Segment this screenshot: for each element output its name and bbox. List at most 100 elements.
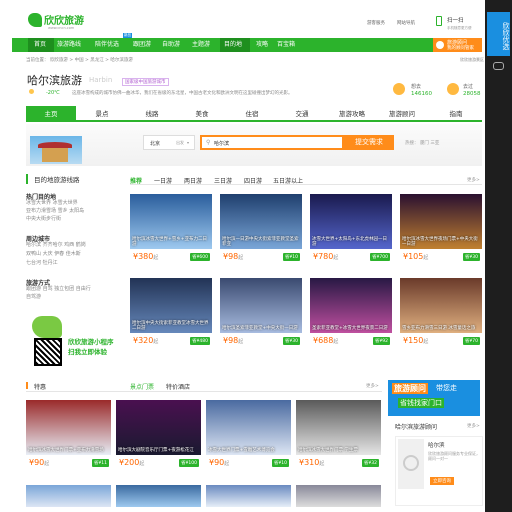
route-card[interactable]: 哈尔滨冰雪大世界+雪乡+亚布力二日游 ¥380起 省¥600 <box>130 194 212 269</box>
tab-traffic[interactable]: 交通 <box>277 106 327 122</box>
special-title[interactable]: 冰雪大世界门票+雪雕艺术博览会 <box>208 448 289 453</box>
header-link-nav[interactable]: 网站导航 <box>397 20 415 26</box>
special-image[interactable]: 冰雪大世界门票+雪雕艺术博览会 <box>206 400 291 455</box>
advisor-ad[interactable]: 旅游顾问 带您走 省钱找家门口 <box>388 380 480 416</box>
breadcrumb-home[interactable]: 欣欣旅游 <box>50 58 68 63</box>
special-image[interactable]: 哈尔滨大剧院音乐厅门票+夜游松花江 <box>116 400 201 455</box>
route-title[interactable]: 哈尔滨冰雪大世界+雪乡+亚布力二日游 <box>132 237 210 247</box>
tab-food[interactable]: 美食 <box>177 106 227 122</box>
route-more-link[interactable]: 更多> <box>467 177 480 183</box>
route-card[interactable]: 冰雪大世界+太阳岛+东北虎林园一日游 ¥780起 省¥700 <box>310 194 392 269</box>
route-save-badge[interactable]: 省¥10 <box>282 253 300 261</box>
route-image[interactable]: 哈尔滨冰雪大世界+雪乡+亚布力二日游 <box>130 194 212 249</box>
route-title[interactable]: 圣索菲亚教堂+冰雪大世界夜景二日游 <box>312 326 390 331</box>
consult-button[interactable]: 立即咨询 <box>430 477 454 485</box>
hot-link-2[interactable]: 三亚 <box>430 141 439 146</box>
sidebar-city-3[interactable]: 七台河 牡丹江 <box>26 260 58 268</box>
route-card[interactable]: 圣索菲亚教堂+冰雪大世界夜景二日游 ¥688起 省¥92 <box>310 278 392 353</box>
route-save-badge[interactable]: 省¥30 <box>462 253 480 261</box>
special-tab-hotels[interactable]: 特价酒店 <box>166 382 190 391</box>
special-save-badge[interactable]: 省¥11 <box>91 459 109 467</box>
nav-select[interactable]: 陪伴优选 <box>95 38 119 52</box>
route-title[interactable]: 冰雪大世界+太阳岛+东北虎林园一日游 <box>312 237 390 247</box>
route-image[interactable]: 雪乡亚布力滑雪三日游 冰雪童话之旅 <box>400 278 482 333</box>
visited-icon[interactable] <box>447 83 459 95</box>
submit-button[interactable]: 提交需求 <box>344 135 394 150</box>
special-card[interactable]: 哈尔滨冰雪大世界门票+亚布力滑雪场 ¥90起 省¥11 <box>26 400 111 475</box>
chat-icon[interactable] <box>493 62 504 70</box>
sidebar-hot-1[interactable]: 冰雪大世界 冰雪大世界 <box>26 200 78 208</box>
special-save-badge[interactable]: 省¥32 <box>361 459 379 467</box>
special-title[interactable]: 哈尔滨冰雪大世界门票+亚布力滑雪场 <box>28 448 109 453</box>
special-save-badge[interactable]: 省¥100 <box>179 459 199 467</box>
tab-sights[interactable]: 景点 <box>77 106 127 122</box>
sidebar-hot-2[interactable]: 亚布力滑雪场 雪乡 太阳岛 <box>26 208 84 216</box>
youxuan-button[interactable]: 欣欣优选 <box>487 12 510 56</box>
sidebar-hot-3[interactable]: 中央大街步行街 <box>26 216 61 224</box>
route-card[interactable]: 哈尔滨冰雪大世界夜场门票+中央大街一日游 ¥105起 省¥30 <box>400 194 482 269</box>
sidebar-mode-1[interactable]: 跟团游 自驾 独立包团 自由行 <box>26 286 91 294</box>
route-tab-1day[interactable]: 一日游 <box>154 176 172 185</box>
special-tab-tickets[interactable]: 景点门票 <box>130 382 154 391</box>
route-card[interactable]: 哈尔滨中央大街索菲亚教堂冰雪大世界二日游 ¥320起 省¥480 <box>130 278 212 353</box>
route-tab-3day[interactable]: 三日游 <box>214 176 232 185</box>
special-more-link[interactable]: 更多> <box>366 383 379 389</box>
special-save-badge[interactable]: 省¥10 <box>271 459 289 467</box>
route-title[interactable]: 雪乡亚布力滑雪三日游 冰雪童话之旅 <box>402 326 480 331</box>
route-save-badge[interactable]: 省¥700 <box>370 253 390 261</box>
route-image[interactable]: 哈尔滨圣索菲亚教堂+中央大街一日游 <box>220 278 302 333</box>
route-image[interactable]: 冰雪大世界+太阳岛+东北虎林园一日游 <box>310 194 392 249</box>
sidebar-city-2[interactable]: 双鸭山 大庆 伊春 佳木斯 <box>26 251 81 259</box>
special-title[interactable]: 哈尔滨大剧院音乐厅门票+夜游松花江 <box>118 448 199 453</box>
route-card[interactable]: 哈尔滨圣索菲亚教堂+中央大街一日游 ¥98起 省¥30 <box>220 278 302 353</box>
route-tab-5day[interactable]: 五日游以上 <box>273 176 303 185</box>
advisor-box[interactable]: 旅游顾问 我的顾问管家 <box>433 38 482 52</box>
hot-link-1[interactable]: 厦门 <box>420 141 429 146</box>
special-image[interactable]: 哈尔滨冰雪大世界门票 学生票 <box>296 400 381 455</box>
route-image[interactable]: 圣索菲亚教堂+冰雪大世界夜景二日游 <box>310 278 392 333</box>
sidebar-city-1[interactable]: 哈尔滨 齐齐哈尔 鸡西 鹤岗 <box>26 242 86 250</box>
search-input[interactable]: ⚲ 哈尔滨 <box>200 135 344 150</box>
advisor-photo[interactable] <box>398 439 424 489</box>
nav-theme-tour[interactable]: 主题游 <box>192 38 210 52</box>
sweep-label[interactable]: 扫一扫 <box>447 16 464 24</box>
route-title[interactable]: 哈尔滨一日游中央大街索菲亚教堂圣索菲亚 <box>222 237 300 247</box>
special-title[interactable]: 哈尔滨冰雪大世界门票 学生票 <box>298 448 379 453</box>
tab-guide[interactable]: 指南 <box>431 106 481 122</box>
qr-code[interactable] <box>34 338 62 366</box>
route-title[interactable]: 哈尔滨冰雪大世界夜场门票+中央大街一日游 <box>402 237 480 247</box>
tab-advisor[interactable]: 旅游顾问 <box>377 106 427 122</box>
special-card[interactable]: 哈尔滨冰雪大世界门票 学生票 ¥310起 省¥32 <box>296 400 381 475</box>
nav-self-tour[interactable]: 自助游 <box>162 38 180 52</box>
route-image[interactable]: 哈尔滨中央大街索菲亚教堂冰雪大世界二日游 <box>130 278 212 333</box>
nav-group-tour[interactable]: 跟团游 <box>133 38 151 52</box>
tab-routes[interactable]: 线路 <box>127 106 177 122</box>
route-tab-4day[interactable]: 四日游 <box>244 176 262 185</box>
route-tab-2day[interactable]: 两日游 <box>184 176 202 185</box>
route-save-badge[interactable]: 省¥600 <box>190 253 210 261</box>
route-title[interactable]: 哈尔滨中央大街索菲亚教堂冰雪大世界二日游 <box>132 321 210 331</box>
nav-destination[interactable]: 目的地 <box>220 38 250 52</box>
logo[interactable]: 欣欣旅游 www.cncn.com <box>28 12 88 34</box>
breadcrumb-china[interactable]: 中国 <box>75 58 84 63</box>
route-card[interactable]: 雪乡亚布力滑雪三日游 冰雪童话之旅 ¥150起 省¥70 <box>400 278 482 353</box>
route-tab-recommend[interactable]: 推荐 <box>130 176 142 185</box>
breadcrumb-province[interactable]: 黑龙江 <box>90 58 104 63</box>
from-select[interactable]: 北京 出发 ▾ <box>143 135 195 150</box>
route-save-badge[interactable]: 省¥70 <box>462 337 480 345</box>
nav-toolbox[interactable]: 百宝箱 <box>277 38 295 52</box>
route-save-badge[interactable]: 省¥30 <box>282 337 300 345</box>
tab-home[interactable]: 主页 <box>26 106 76 122</box>
advisor-more[interactable]: 更多> <box>467 423 480 429</box>
wanted-icon[interactable] <box>393 83 405 95</box>
route-save-badge[interactable]: 省¥92 <box>372 337 390 345</box>
header-link-service[interactable]: 游客服务 <box>367 20 385 26</box>
route-title[interactable]: 哈尔滨圣索菲亚教堂+中央大街一日游 <box>222 326 300 331</box>
special-card[interactable]: 哈尔滨大剧院音乐厅门票+夜游松花江 ¥200起 省¥100 <box>116 400 201 475</box>
nav-routes[interactable]: 旅游路线 <box>57 38 81 52</box>
sidebar-mode-2[interactable]: 自驾游 <box>26 294 41 302</box>
tab-strategy[interactable]: 旅游攻略 <box>327 106 377 122</box>
nav-strategy[interactable]: 攻略 <box>256 38 268 52</box>
route-card[interactable]: 哈尔滨一日游中央大街索菲亚教堂圣索菲亚 ¥98起 省¥10 <box>220 194 302 269</box>
route-image[interactable]: 哈尔滨一日游中央大街索菲亚教堂圣索菲亚 <box>220 194 302 249</box>
